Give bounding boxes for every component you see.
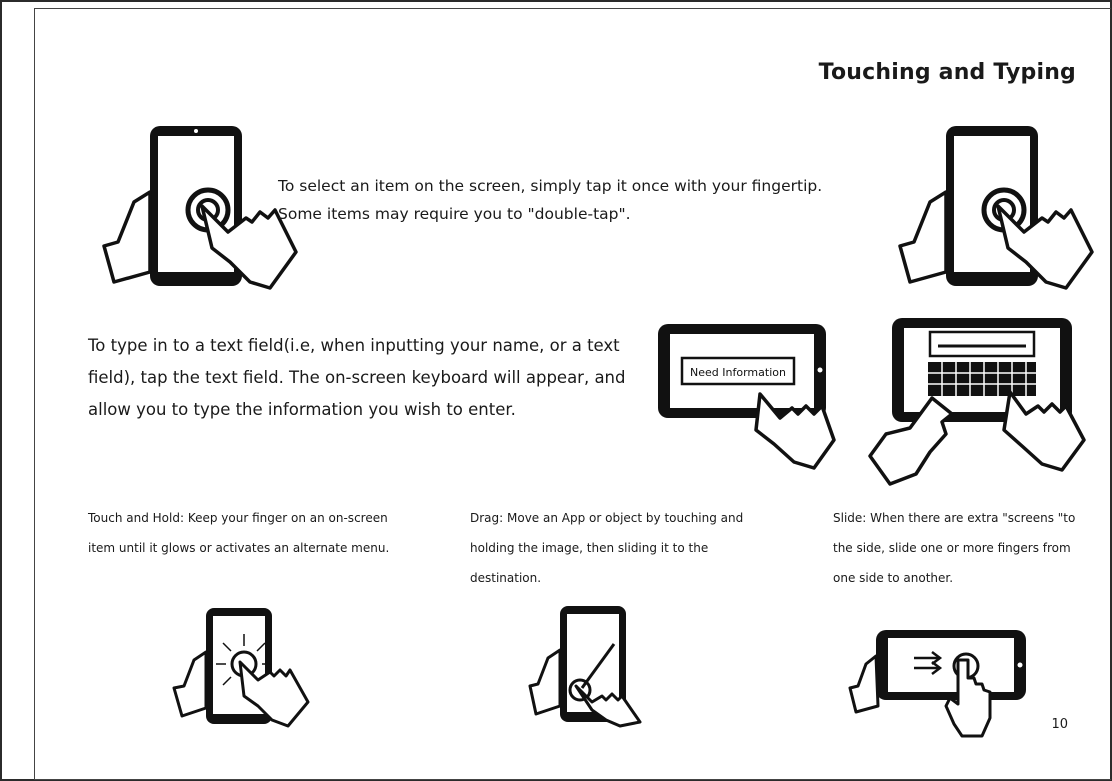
tap-instruction-line-1: To select an item on the screen, simply …	[278, 177, 823, 195]
touch-hold-icon	[172, 608, 310, 728]
tap-instruction: To select an item on the screen, simply …	[278, 172, 822, 228]
typing-instruction: To type in to a text field(i.e, when inp…	[88, 336, 626, 419]
page-number: 10	[1051, 717, 1068, 732]
tap-instruction-line-2: Some items may require you to "double-ta…	[278, 205, 631, 223]
tap-phone-left-icon	[102, 126, 298, 290]
slide-text: Slide: When there are extra "screens "to…	[833, 511, 1076, 585]
touch-hold-text: Touch and Hold: Keep your finger on an o…	[88, 511, 390, 555]
slide-icon	[848, 630, 1026, 738]
text-field-tablet-icon: Need Information	[658, 324, 836, 470]
page-title: Touching and Typing	[818, 60, 1076, 85]
text-field-label: Need Information	[690, 366, 786, 379]
keyboard-tablet-icon	[868, 318, 1086, 486]
drag-text: Drag: Move an App or object by touching …	[470, 511, 744, 585]
tap-phone-right-icon	[898, 126, 1094, 290]
drag-icon	[528, 606, 642, 728]
